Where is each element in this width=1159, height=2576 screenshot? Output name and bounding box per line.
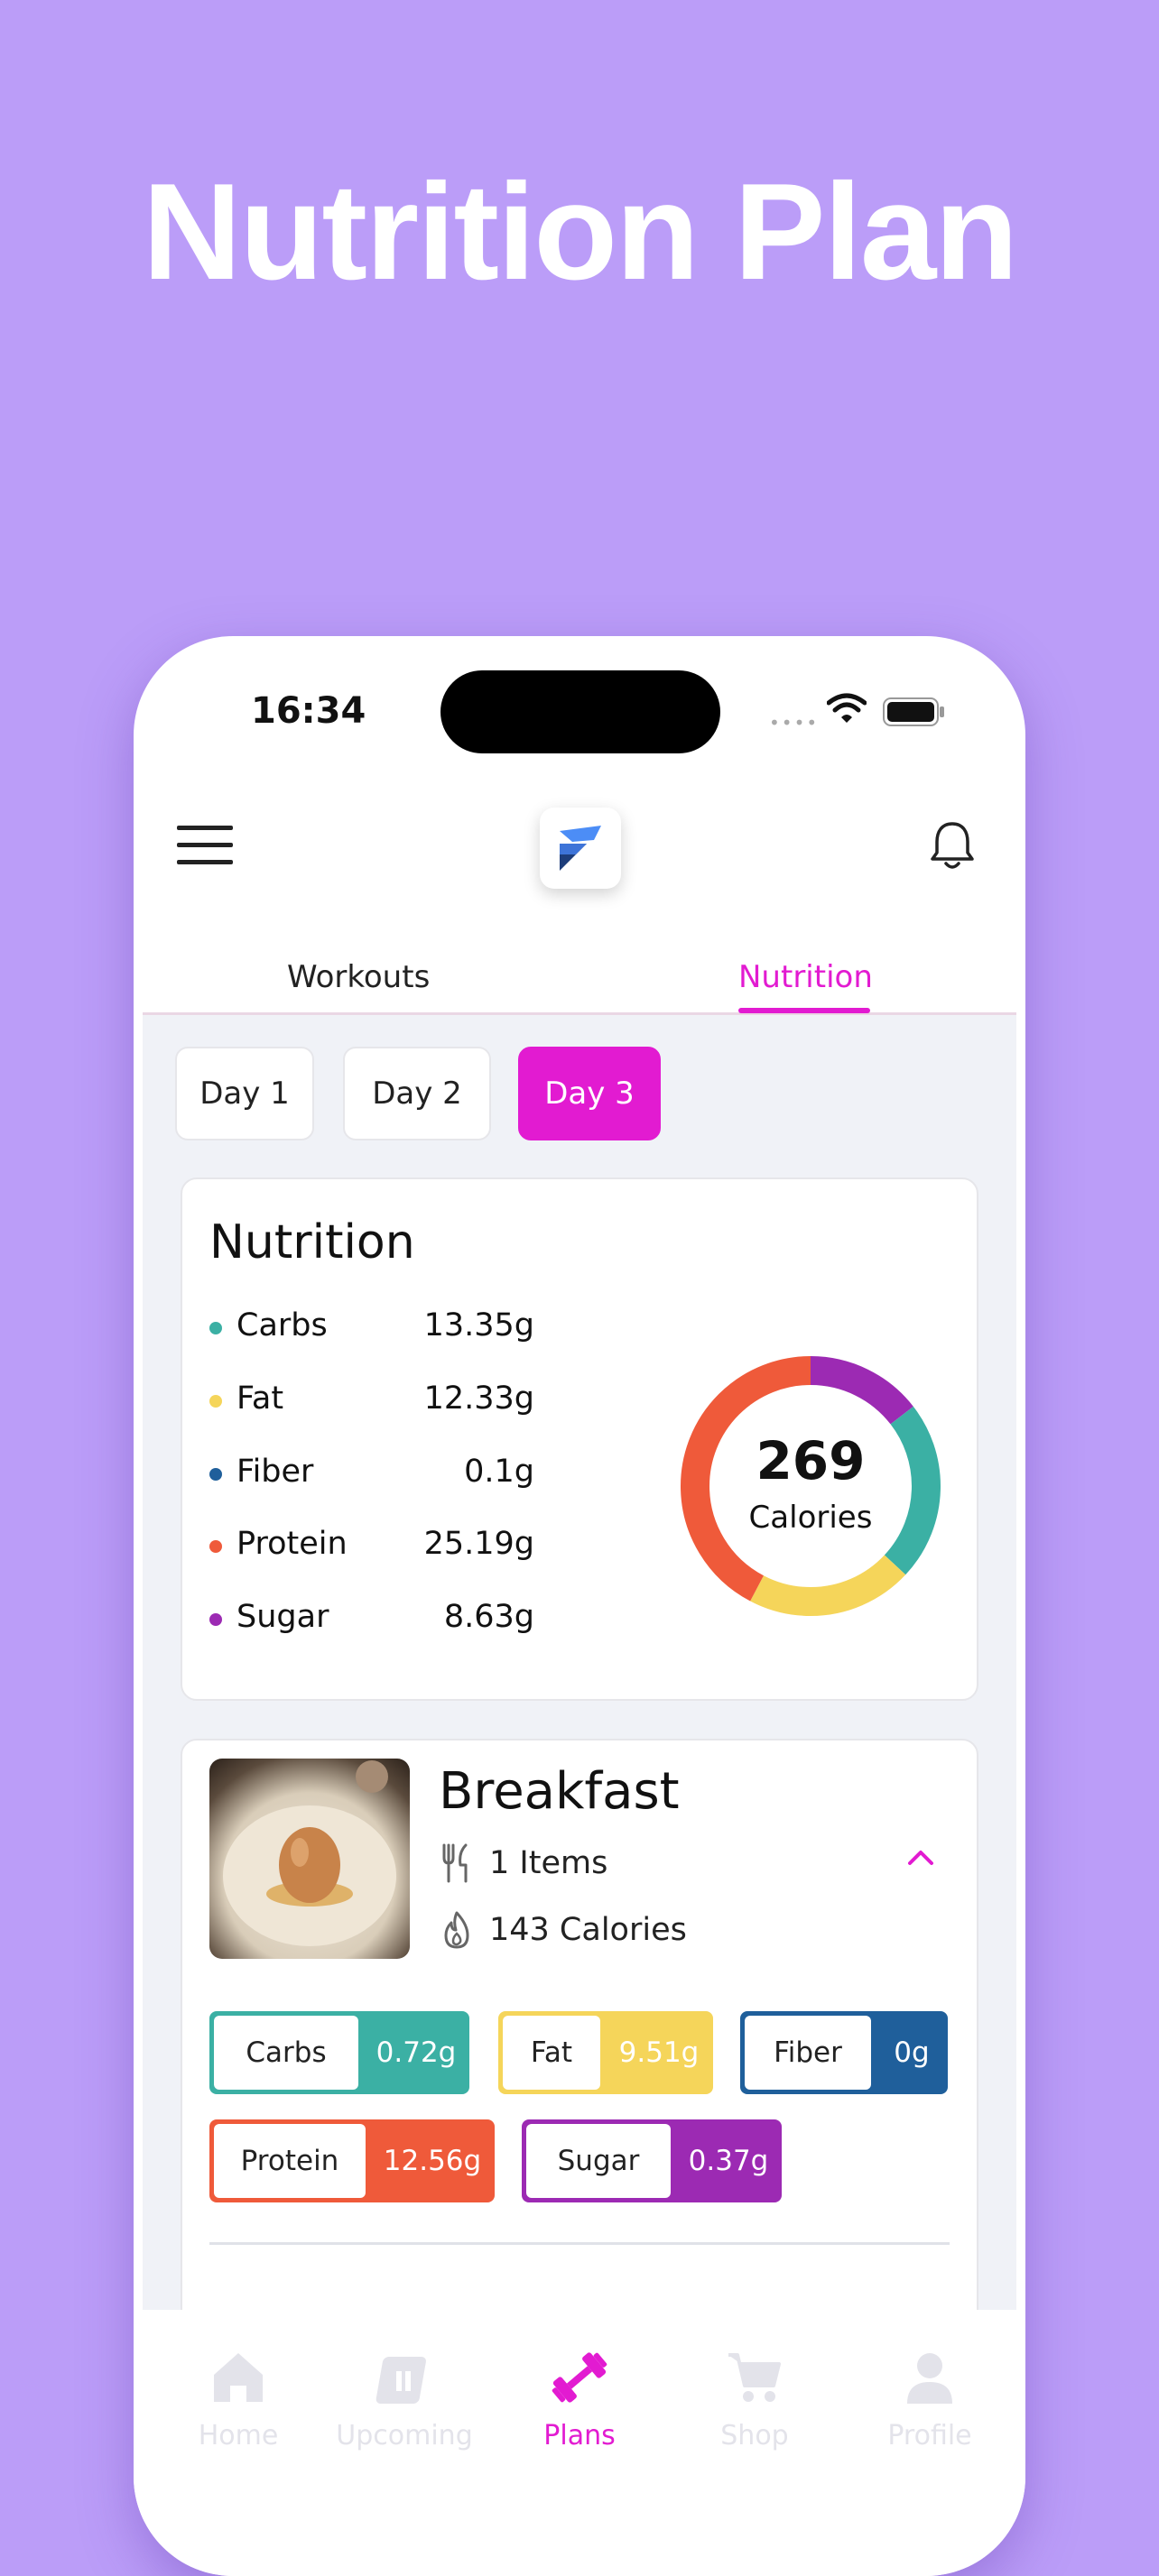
fiber-dot	[209, 1468, 222, 1481]
battery-icon	[883, 697, 944, 726]
macro-label: Protein	[214, 2124, 366, 2198]
wifi-icon	[827, 693, 867, 723]
signal-icon: ••••	[769, 712, 820, 734]
nutrition-summary-card: Nutrition Carbs 13.35g Fat 12.33g Fiber …	[181, 1177, 978, 1701]
nav-label: Shop	[720, 2420, 789, 2451]
egg-plate-image	[223, 1760, 396, 1946]
macro-value: 9.51g	[618, 2036, 700, 2069]
nutrient-value: 25.19g	[423, 1526, 534, 1562]
day-1-chip[interactable]: Day 1	[175, 1047, 314, 1140]
meal-title: Breakfast	[439, 1762, 680, 1821]
items-count-text: 1 Items	[489, 1845, 608, 1881]
nutrient-value: 8.63g	[443, 1599, 534, 1635]
calendar-icon	[376, 2357, 426, 2404]
macro-label: Fiber	[745, 2016, 871, 2090]
nav-upcoming[interactable]: Upcoming	[323, 2346, 486, 2451]
macro-label: Sugar	[526, 2124, 671, 2198]
nav-label: Home	[198, 2420, 279, 2451]
hero-title: Nutrition Plan	[142, 155, 1018, 309]
macro-value: 0.72g	[376, 2036, 457, 2069]
flame-icon	[444, 1911, 469, 1949]
macro-label: Carbs	[214, 2016, 358, 2090]
nutrient-label: Fiber	[236, 1454, 314, 1490]
macro-pill-protein: Protein 12.56g	[209, 2119, 495, 2202]
macro-value: 0g	[894, 2036, 930, 2069]
carbs-dot	[209, 1322, 222, 1334]
dynamic-island	[440, 670, 720, 753]
nutrition-row-protein: Protein 25.19g	[209, 1522, 534, 1567]
nutrition-row-fat: Fat 12.33g	[209, 1377, 534, 1422]
app-header	[134, 771, 1025, 952]
calories-text: 143 Calories	[489, 1912, 687, 1948]
nav-home[interactable]: Home	[157, 2346, 320, 2451]
breakfast-photo	[209, 1759, 410, 1959]
nutrient-value: 0.1g	[464, 1454, 534, 1490]
macro-value: 0.37g	[688, 2145, 769, 2177]
calories-label: Calories	[748, 1500, 873, 1536]
nutrition-row-carbs: Carbs 13.35g	[209, 1304, 534, 1349]
status-bar: 16:34 ••••	[134, 636, 1025, 771]
macro-label: Fat	[503, 2016, 600, 2090]
breakfast-card[interactable]: Breakfast 1 Items 143 Calories Carbs 0.7…	[181, 1739, 978, 2325]
bottom-nav: Home Upcoming Plans Shop Profile	[134, 2310, 1025, 2576]
active-tab-indicator	[738, 1008, 870, 1013]
chevron-up-icon[interactable]	[904, 1847, 937, 1869]
total-calories: 269	[756, 1430, 866, 1491]
tab-bar: Workouts Nutrition	[143, 952, 1016, 1015]
status-time: 16:34	[251, 690, 366, 732]
status-icons: ••••	[765, 692, 964, 734]
day-3-chip[interactable]: Day 3	[518, 1047, 661, 1140]
nutrient-label: Fat	[236, 1380, 284, 1417]
cart-icon	[728, 2353, 781, 2402]
divider	[209, 2242, 950, 2245]
utensils-icon	[442, 1843, 468, 1883]
nav-profile[interactable]: Profile	[848, 2346, 1011, 2451]
app-logo	[540, 808, 621, 889]
macro-pill-sugar: Sugar 0.37g	[522, 2119, 782, 2202]
macro-pill-fiber: Fiber 0g	[740, 2011, 948, 2094]
nutrient-value: 13.35g	[423, 1307, 534, 1343]
nav-label: Upcoming	[336, 2420, 473, 2451]
fat-dot	[209, 1395, 222, 1408]
macro-pill-carbs: Carbs 0.72g	[209, 2011, 469, 2094]
nutrition-row-sugar: Sugar 8.63g	[209, 1595, 534, 1640]
bell-icon[interactable]	[930, 818, 975, 873]
nav-shop[interactable]: Shop	[673, 2346, 836, 2451]
nutrition-row-fiber: Fiber 0.1g	[209, 1450, 534, 1495]
nutrient-label: Sugar	[236, 1599, 329, 1635]
tab-nutrition[interactable]: Nutrition	[738, 959, 873, 995]
home-icon	[214, 2353, 263, 2402]
nav-plans[interactable]: Plans	[498, 2346, 661, 2451]
day-2-chip[interactable]: Day 2	[343, 1047, 491, 1140]
dumbbell-icon	[552, 2352, 607, 2403]
nutrient-label: Carbs	[236, 1307, 328, 1343]
nutrition-title: Nutrition	[209, 1215, 415, 1270]
nutrient-value: 12.33g	[423, 1380, 534, 1417]
macro-pill-fat: Fat 9.51g	[498, 2011, 713, 2094]
macro-value: 12.56g	[383, 2145, 482, 2177]
nav-label: Plans	[543, 2420, 616, 2451]
phone-frame: 16:34 •••• Workouts Nutrition Day 1 Day …	[134, 636, 1025, 2576]
nutrient-label: Protein	[236, 1526, 348, 1562]
menu-icon[interactable]	[177, 826, 233, 867]
nav-label: Profile	[887, 2420, 972, 2451]
profile-icon	[907, 2353, 952, 2404]
calories-donut-chart: 269 Calories	[666, 1342, 955, 1630]
logo-icon	[560, 826, 601, 871]
tab-workouts[interactable]: Workouts	[287, 959, 430, 995]
sugar-dot	[209, 1613, 222, 1626]
protein-dot	[209, 1540, 222, 1553]
